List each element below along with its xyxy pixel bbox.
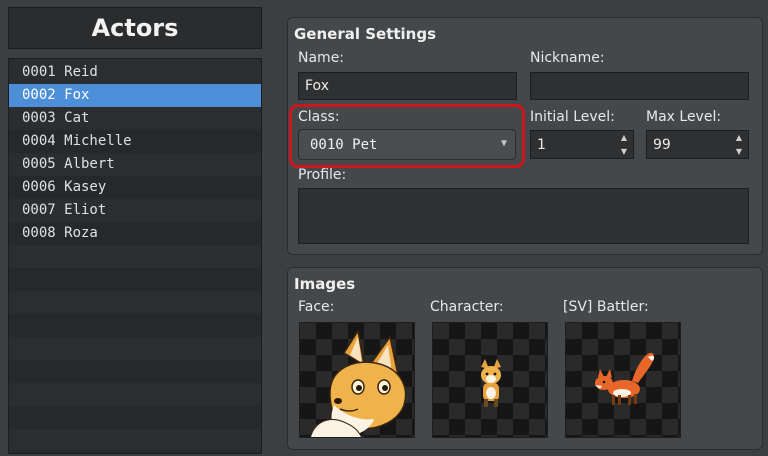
general-settings-title: General Settings [294, 25, 437, 43]
nickname-field[interactable] [530, 72, 749, 100]
class-label: Class: [298, 109, 340, 125]
battler-label: [SV] Battler: [563, 299, 649, 315]
spin-down-icon[interactable]: ▼ [621, 148, 627, 156]
character-label: Character: [430, 299, 504, 315]
class-dropdown-value: 0010 Pet [310, 136, 378, 153]
empty-list-row[interactable] [9, 360, 261, 383]
actor-list-item[interactable]: 0001 Reid [9, 61, 261, 84]
actor-list-item-selected[interactable]: 0002 Fox [9, 84, 261, 107]
fox-battler-sprite [595, 352, 655, 405]
class-dropdown[interactable]: 0010 Pet ▼ [298, 129, 516, 160]
empty-list-row[interactable] [9, 245, 261, 268]
battler-image-slot[interactable] [565, 322, 681, 438]
initial-level-value: 1 [537, 136, 546, 153]
images-title: Images [294, 275, 356, 293]
empty-list-row[interactable] [9, 383, 261, 406]
name-field[interactable]: Fox [298, 72, 517, 100]
profile-textarea[interactable] [298, 188, 749, 244]
initial-level-spinbox[interactable]: 1 ▲ ▼ [530, 130, 634, 159]
max-level-spinbox[interactable]: 99 ▲ ▼ [646, 130, 749, 159]
max-level-label: Max Level: [646, 109, 722, 125]
actor-list-item[interactable]: 0008 Roza [9, 222, 261, 245]
actor-list-item[interactable]: 0007 Eliot [9, 199, 261, 222]
name-field-value: Fox [305, 78, 329, 94]
actors-list[interactable]: 0001 Reid 0002 Fox 0003 Cat 0004 Michell… [8, 58, 262, 454]
empty-list-row[interactable] [9, 452, 261, 453]
empty-list-row[interactable] [9, 337, 261, 360]
actor-list-item[interactable]: 0006 Kasey [9, 176, 261, 199]
actors-panel-title: Actors [8, 7, 262, 49]
empty-list-row[interactable] [9, 314, 261, 337]
character-image-slot[interactable] [432, 322, 548, 438]
empty-list-row[interactable] [9, 268, 261, 291]
initial-level-label: Initial Level: [530, 109, 615, 125]
face-image-slot[interactable] [299, 322, 415, 438]
max-level-value: 99 [653, 136, 671, 153]
actor-list-item[interactable]: 0004 Michelle [9, 130, 261, 153]
profile-label: Profile: [298, 167, 347, 183]
fox-character-sprite [481, 359, 501, 407]
empty-list-row[interactable] [9, 429, 261, 452]
actor-list-item[interactable]: 0005 Albert [9, 153, 261, 176]
empty-list-row[interactable] [9, 291, 261, 314]
spin-up-icon[interactable]: ▲ [736, 134, 742, 142]
chevron-down-icon: ▼ [500, 138, 507, 149]
fox-face-image [310, 328, 407, 437]
actor-list-item[interactable]: 0003 Cat [9, 107, 261, 130]
spin-up-icon[interactable]: ▲ [621, 134, 627, 142]
name-label: Name: [298, 50, 345, 66]
spin-down-icon[interactable]: ▼ [736, 148, 742, 156]
nickname-label: Nickname: [530, 50, 605, 66]
face-label: Face: [298, 299, 335, 315]
empty-list-row[interactable] [9, 406, 261, 429]
